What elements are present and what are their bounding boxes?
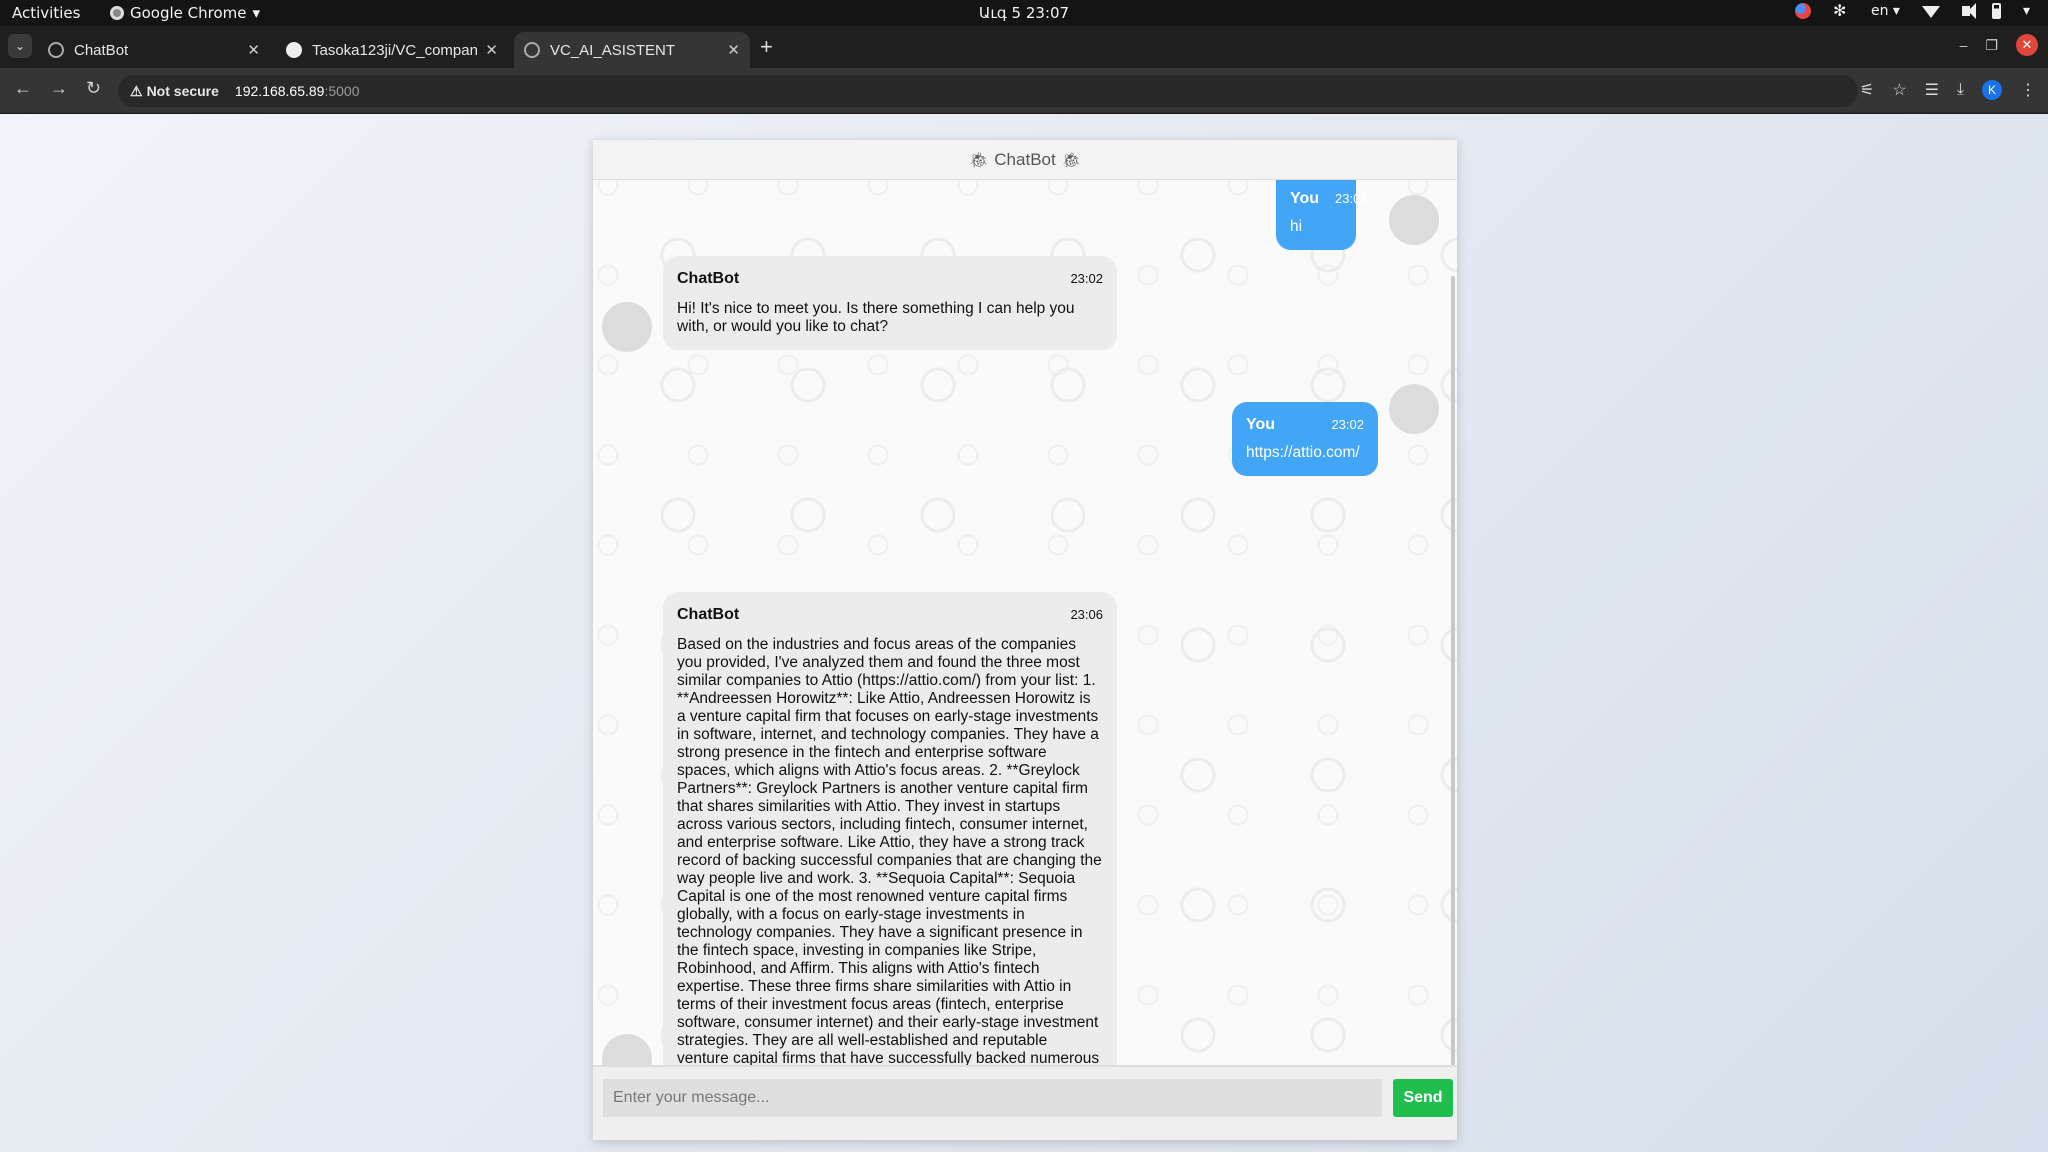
sender-name: ChatBot (677, 270, 740, 287)
bookmark-star-icon[interactable]: ☆ (1892, 80, 1906, 100)
globe-icon (48, 42, 64, 58)
app-menu-label: Google Chrome (130, 4, 247, 22)
language-label: en (1870, 3, 1889, 19)
battery-icon[interactable] (1991, 3, 2001, 19)
message-time: 23:02 (1331, 417, 1364, 432)
tab-title: Tasoka123ji/VC_compan (312, 41, 478, 59)
tracking-off-icon[interactable]: ⚟ (1860, 80, 1874, 100)
bot-avatar (602, 302, 652, 352)
message-bubble: ChatBot 23:06 Based on the industries an… (663, 592, 1117, 1065)
clock[interactable]: Աւգ 5 23:07 (0, 4, 2048, 22)
toolbar-actions: ⚟ ☆ ☰ ⤓ K ⋮ (1860, 80, 2036, 100)
message-list[interactable]: You 23:02 hi ChatBot 23:02 Hi! It's nice… (593, 180, 1457, 1065)
send-button[interactable]: Send (1393, 1079, 1453, 1117)
close-tab-icon[interactable]: ✕ (247, 41, 260, 59)
message-input[interactable] (603, 1079, 1382, 1117)
warning-icon: ⚠ (130, 82, 143, 99)
system-menu-caret-icon[interactable]: ▾ (2023, 3, 2030, 19)
minimize-button[interactable]: – (1960, 37, 1968, 53)
chat-title: ChatBot (994, 149, 1056, 169)
system-top-bar: Activities Google Chrome ▾ Աւգ 5 23:07 ✻… (0, 0, 2048, 26)
tab-title: VC_AI_ASISTENT (550, 41, 676, 59)
close-window-button[interactable]: ✕ (2016, 34, 2038, 56)
restore-button[interactable]: ❐ (1985, 37, 1998, 54)
security-label: Not secure (146, 83, 219, 99)
sender-name: You (1246, 416, 1276, 433)
github-icon (286, 42, 302, 58)
caret-down-icon: ▾ (252, 4, 261, 22)
app-menu[interactable]: Google Chrome ▾ (110, 4, 260, 22)
browser-toolbar: ← → ↻ ⚠ Not secure 192.168.65.89 :5000 ⚟… (0, 68, 2048, 113)
chat-window: 🐞︎ ChatBot 🐞︎ You 23:02 hi ChatBot 23:02… (593, 140, 1457, 1140)
message-text: hi (1290, 218, 1303, 235)
language-indicator[interactable]: en ▾ (1871, 3, 1900, 19)
download-icon[interactable]: ⤓ (1957, 81, 1964, 99)
message-bubble: ChatBot 23:02 Hi! It's nice to meet you.… (663, 256, 1117, 350)
message-text: Based on the industries and focus areas … (677, 636, 1102, 1065)
user-avatar (1389, 384, 1439, 434)
url-host: 192.168.65.89 (234, 83, 325, 99)
volume-icon[interactable] (1961, 3, 1976, 19)
message-user: You 23:02 hi (1276, 180, 1368, 250)
message-bubble: You 23:02 https://attio.com/ (1232, 402, 1378, 476)
reload-button[interactable]: ↻ (86, 78, 101, 99)
color-picker-icon[interactable] (1794, 3, 1811, 19)
tab-github[interactable]: Tasoka123ji/VC_compan ✕ (276, 32, 508, 68)
tab-chatbot[interactable]: ChatBot ✕ (38, 32, 270, 68)
message-bubble: You 23:02 hi (1276, 180, 1368, 250)
message-time: 23:06 (1070, 607, 1103, 622)
settings-icon[interactable]: ✻ (1833, 3, 1849, 19)
security-indicator[interactable]: ⚠ Not secure (130, 83, 219, 100)
back-button[interactable]: ← (14, 78, 32, 99)
tab-vc-ai-asistent[interactable]: VC_AI_ASISTENT ✕ (514, 32, 750, 68)
close-tab-icon[interactable]: ✕ (727, 41, 740, 59)
sender-name: You (1290, 190, 1320, 207)
tab-search-button[interactable]: ⌄ (8, 34, 32, 58)
message-time: 23:02 (1070, 271, 1103, 286)
message-text: https://attio.com/ (1246, 444, 1360, 461)
tab-strip: ⌄ ChatBot ✕ Tasoka123ji/VC_compan ✕ VC_A… (0, 26, 2048, 68)
message-bot: ChatBot 23:02 Hi! It's nice to meet you.… (663, 256, 1117, 350)
forward-button[interactable]: → (50, 78, 68, 99)
message-time: 23:02 (1335, 191, 1368, 206)
profile-avatar[interactable]: K (1982, 80, 2002, 100)
bot-avatar (602, 1034, 652, 1065)
activities-button[interactable]: Activities (12, 4, 80, 22)
bug-icon: 🐞︎ (1061, 151, 1081, 169)
system-tray[interactable]: ✻ en ▾ ▾ (1794, 3, 2030, 19)
bug-icon: 🐞︎ (969, 151, 989, 169)
message-text: Hi! It's nice to meet you. Is there some… (677, 300, 1075, 335)
message-user: You 23:02 https://attio.com/ (1232, 402, 1378, 476)
chat-header: 🐞︎ ChatBot 🐞︎ (593, 140, 1457, 180)
wifi-icon[interactable] (1921, 6, 1940, 18)
close-tab-icon[interactable]: ✕ (485, 41, 498, 59)
menu-kebab-icon[interactable]: ⋮ (2020, 80, 2036, 100)
globe-icon (524, 42, 540, 58)
reading-list-icon[interactable]: ☰ (1925, 80, 1939, 100)
tab-title: ChatBot (74, 41, 129, 59)
message-scrollbar[interactable] (1451, 276, 1455, 1065)
window-controls: – ❐ ✕ (1960, 34, 2038, 56)
chrome-icon (110, 6, 124, 20)
message-composer: Send (593, 1065, 1457, 1140)
page-viewport: 🐞︎ ChatBot 🐞︎ You 23:02 hi ChatBot 23:02… (0, 114, 2048, 1152)
sender-name: ChatBot (677, 606, 740, 623)
message-bot: ChatBot 23:06 Based on the industries an… (663, 592, 1117, 1065)
url-port: :5000 (324, 83, 360, 99)
user-avatar (1389, 195, 1439, 245)
new-tab-button[interactable]: + (760, 36, 773, 58)
address-bar[interactable]: ⚠ Not secure 192.168.65.89 :5000 (118, 75, 1858, 107)
